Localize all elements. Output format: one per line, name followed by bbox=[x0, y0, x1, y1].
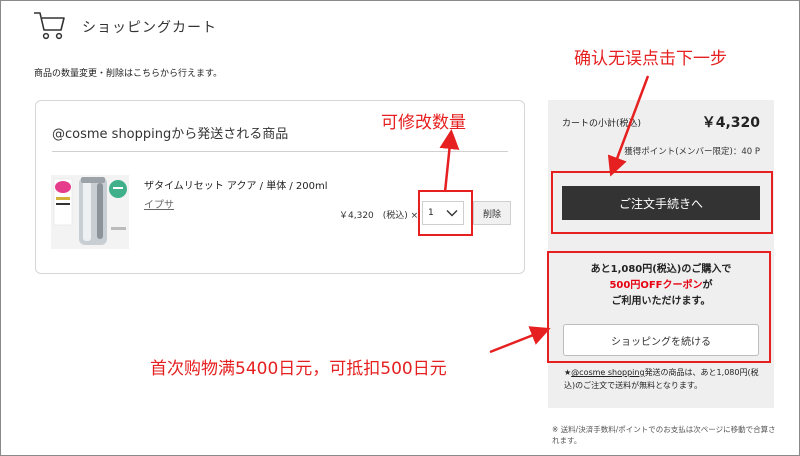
annotation-edit-quantity: 可修改数量 bbox=[381, 113, 466, 133]
annotation-next-step: 确认无误点击下一步 bbox=[574, 49, 727, 69]
subtotal-label: カートの小計(税込) bbox=[562, 119, 642, 129]
divider bbox=[52, 151, 508, 152]
annotation-discount: 首次购物满5400日元，可抵扣500日元 bbox=[150, 359, 447, 379]
shop-link[interactable]: @cosme shopping bbox=[571, 368, 644, 377]
promo-line-2-rest: が bbox=[702, 280, 713, 291]
continue-shopping-button[interactable]: ショッピングを続ける bbox=[563, 324, 759, 356]
shopping-cart-icon bbox=[34, 12, 65, 40]
brand-link[interactable]: イプサ bbox=[144, 196, 174, 211]
quantity-select[interactable]: 1 bbox=[422, 201, 464, 225]
coupon-promo: あと1,080円(税込)のご購入で 500円OFFクーポンが ご利用いただけます… bbox=[556, 262, 766, 310]
subtotal-value: ￥4,320 bbox=[701, 115, 760, 131]
cart-notice: 商品の数量変更・削除はこちらから行えます。 bbox=[34, 69, 223, 79]
free-shipping-notice: ★@cosme shopping発送の商品は、あと1,080円(税込)のご注文で… bbox=[564, 366, 768, 392]
product-name[interactable]: ザタイムリセット アクア / 単体 / 200ml bbox=[144, 177, 328, 192]
delete-button[interactable]: 削除 bbox=[473, 201, 511, 225]
order-summary: カートの小計(税込) ￥4,320 獲得ポイント(メンバー限定)：40 P ご注… bbox=[548, 100, 774, 408]
chevron-down-icon bbox=[446, 210, 458, 217]
coupon-text: 500円OFFクーポン bbox=[609, 280, 703, 291]
promo-line-3: ご利用いただけます。 bbox=[611, 296, 711, 307]
points-earned: 獲得ポイント(メンバー限定)：40 P bbox=[624, 147, 760, 157]
footnote: ※ 送料/決済手数料/ポイントでのお支払は次ページに移動で合算されます。 bbox=[552, 425, 776, 445]
checkout-button[interactable]: ご注文手続きへ bbox=[562, 186, 760, 220]
promo-line-1: あと1,080円(税込)のご購入で bbox=[590, 264, 732, 275]
page-title: ショッピングカート bbox=[82, 20, 217, 36]
promo-line-2: 500円OFFクーポンが bbox=[556, 278, 766, 294]
quantity-value: 1 bbox=[428, 208, 434, 218]
arrow-discount bbox=[489, 326, 551, 354]
product-image[interactable] bbox=[51, 175, 129, 249]
item-price: ￥4,320 (税込) × bbox=[339, 211, 419, 221]
shop-heading: @cosme shoppingから発送される商品 bbox=[52, 127, 289, 142]
